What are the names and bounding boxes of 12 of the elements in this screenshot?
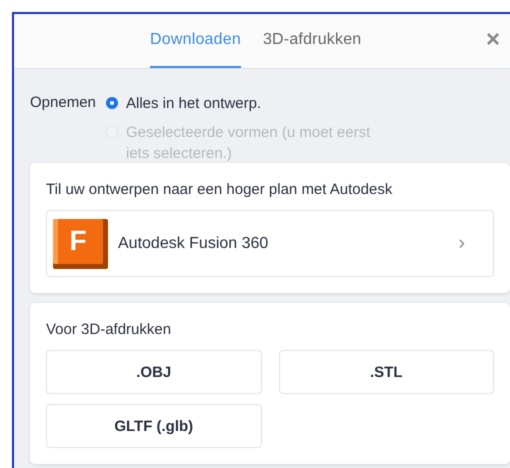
radio-option[interactable]: Alles in het ontwerp. bbox=[106, 93, 394, 114]
tab[interactable]: 3D-afdrukken bbox=[262, 14, 362, 68]
card-title: Til uw ontwerpen naar een hoger plan met Autodesk bbox=[46, 181, 394, 198]
radio-icon[interactable] bbox=[106, 97, 118, 109]
format-button[interactable]: GLTF (.glb) bbox=[46, 404, 262, 448]
card-title: Voor 3D-afdrukken bbox=[46, 321, 172, 338]
include-label: Opnemen bbox=[30, 94, 97, 113]
format-button[interactable]: .OBJ bbox=[46, 350, 262, 394]
product-button[interactable]: F Autodesk Fusion 360 › bbox=[46, 210, 494, 277]
chevron-icon: › bbox=[458, 232, 465, 255]
app-logo-icon: F bbox=[53, 218, 108, 268]
format-button[interactable]: .STL bbox=[278, 350, 494, 394]
